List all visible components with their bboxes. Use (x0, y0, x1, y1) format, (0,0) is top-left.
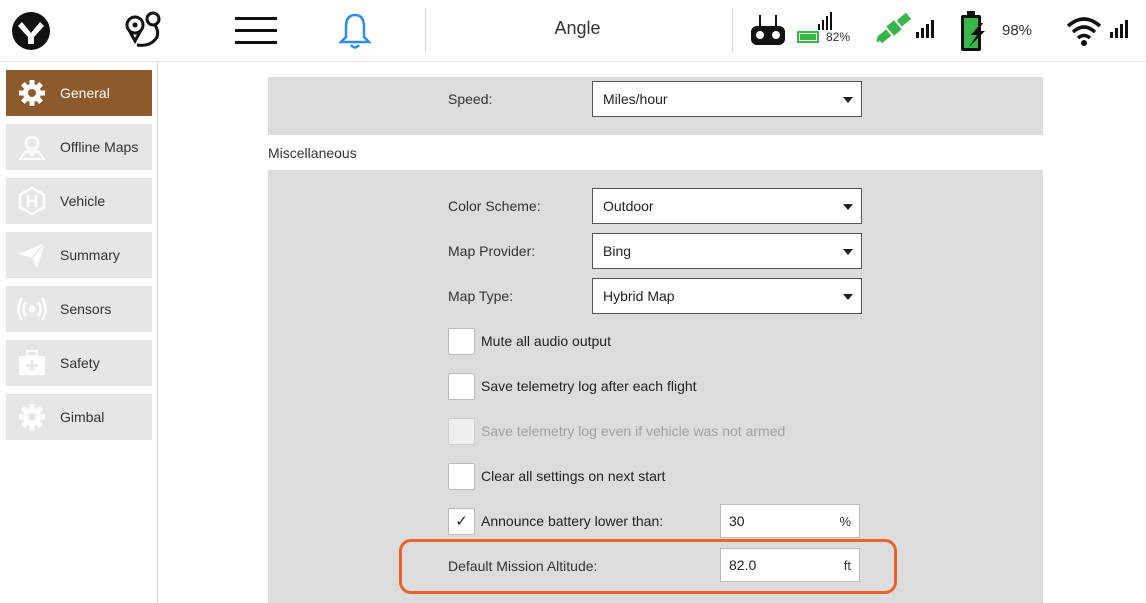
sidebar-item-label: Vehicle (60, 193, 106, 209)
announce-battery-input[interactable]: 30 % (720, 504, 860, 538)
qgc-logo-icon[interactable] (10, 10, 52, 52)
save-log-label: Save telemetry log after each flight (481, 378, 697, 394)
chevron-down-icon (843, 249, 853, 255)
save-log-checkbox[interactable] (448, 372, 475, 400)
sidebar-item-label: Sensors (60, 301, 112, 317)
map-provider-select-value: Bing (603, 243, 632, 259)
speed-select-value: Miles/hour (603, 91, 668, 107)
plan-route-icon[interactable] (120, 8, 168, 54)
section-title-miscellaneous: Miscellaneous (268, 145, 357, 161)
map-pin-icon (16, 131, 48, 163)
clear-settings-label: Clear all settings on next start (481, 468, 666, 484)
radio-waves-icon (16, 293, 48, 325)
announce-battery-checkbox[interactable]: ✓ (448, 507, 475, 535)
color-scheme-label: Color Scheme: (448, 198, 541, 214)
rc-controller-icon[interactable] (748, 12, 788, 48)
hexagon-h-icon (16, 185, 48, 217)
sidebar-item-label: Safety (60, 355, 100, 371)
mute-audio-row: Mute all audio output (448, 327, 611, 355)
flight-mode-label[interactable]: Angle (520, 18, 635, 39)
gps-signal-bars-icon (914, 16, 938, 40)
map-type-select-value: Hybrid Map (603, 288, 675, 304)
sidebar-item-offline-maps[interactable]: Offline Maps (6, 124, 152, 170)
clear-settings-row: Clear all settings on next start (448, 462, 665, 490)
announce-battery-value: 30 (729, 513, 745, 529)
map-provider-label: Map Provider: (448, 243, 536, 259)
map-provider-select[interactable]: Bing (592, 233, 862, 269)
paper-plane-icon (16, 239, 48, 271)
sidebar-item-label: Summary (60, 247, 120, 263)
map-type-select[interactable]: Hybrid Map (592, 278, 862, 314)
sidebar-item-sensors[interactable]: Sensors (6, 286, 152, 332)
sidebar-item-vehicle[interactable]: Vehicle (6, 178, 152, 224)
rc-rssi-percent: 82% (826, 30, 851, 44)
sidebar-item-label: Offline Maps (60, 139, 139, 155)
battery-percent: 98% (1002, 22, 1033, 39)
chevron-down-icon (843, 204, 853, 210)
map-type-label: Map Type: (448, 288, 514, 304)
hamburger-menu-icon[interactable] (232, 12, 280, 50)
toolbar-separator (425, 8, 426, 52)
save-log-unarmed-row: Save telemetry log even if vehicle was n… (448, 417, 785, 445)
settings-sidebar: General Offline Maps Vehicle Summary Sen… (0, 62, 158, 603)
save-log-row: Save telemetry log after each flight (448, 372, 697, 400)
telemetry-signal-bars-icon (1108, 16, 1132, 40)
sidebar-item-safety[interactable]: Safety (6, 340, 152, 386)
sidebar-item-summary[interactable]: Summary (6, 232, 152, 278)
mute-audio-label: Mute all audio output (481, 333, 611, 349)
wifi-signal-icon[interactable] (1064, 12, 1104, 48)
speed-label: Speed: (448, 91, 493, 107)
top-toolbar: Angle 82% 98% (0, 0, 1146, 62)
mission-altitude-highlight (399, 539, 897, 594)
satellite-icon[interactable] (872, 8, 916, 48)
chevron-down-icon (843, 294, 853, 300)
color-scheme-select-value: Outdoor (603, 198, 654, 214)
toolbar-separator (732, 8, 733, 52)
announce-battery-row: ✓ Announce battery lower than: (448, 507, 663, 535)
bell-icon[interactable] (336, 10, 374, 52)
gear-icon (16, 401, 48, 433)
battery-icon[interactable] (956, 8, 988, 54)
sidebar-item-gimbal[interactable]: Gimbal (6, 394, 152, 440)
sidebar-item-label: Gimbal (60, 409, 105, 425)
save-log-unarmed-label: Save telemetry log even if vehicle was n… (481, 423, 786, 439)
first-aid-kit-icon (16, 347, 48, 379)
sidebar-item-general[interactable]: General (6, 70, 152, 116)
speed-select[interactable]: Miles/hour (592, 81, 862, 117)
color-scheme-select[interactable]: Outdoor (592, 188, 862, 224)
save-log-unarmed-checkbox[interactable] (448, 417, 475, 445)
sidebar-item-label: General (60, 85, 110, 101)
chevron-down-icon (843, 97, 853, 103)
announce-battery-unit: % (839, 514, 851, 529)
announce-battery-label: Announce battery lower than: (481, 513, 664, 529)
gear-icon (16, 77, 48, 109)
mute-audio-checkbox[interactable] (448, 327, 475, 355)
clear-settings-checkbox[interactable] (448, 462, 475, 490)
